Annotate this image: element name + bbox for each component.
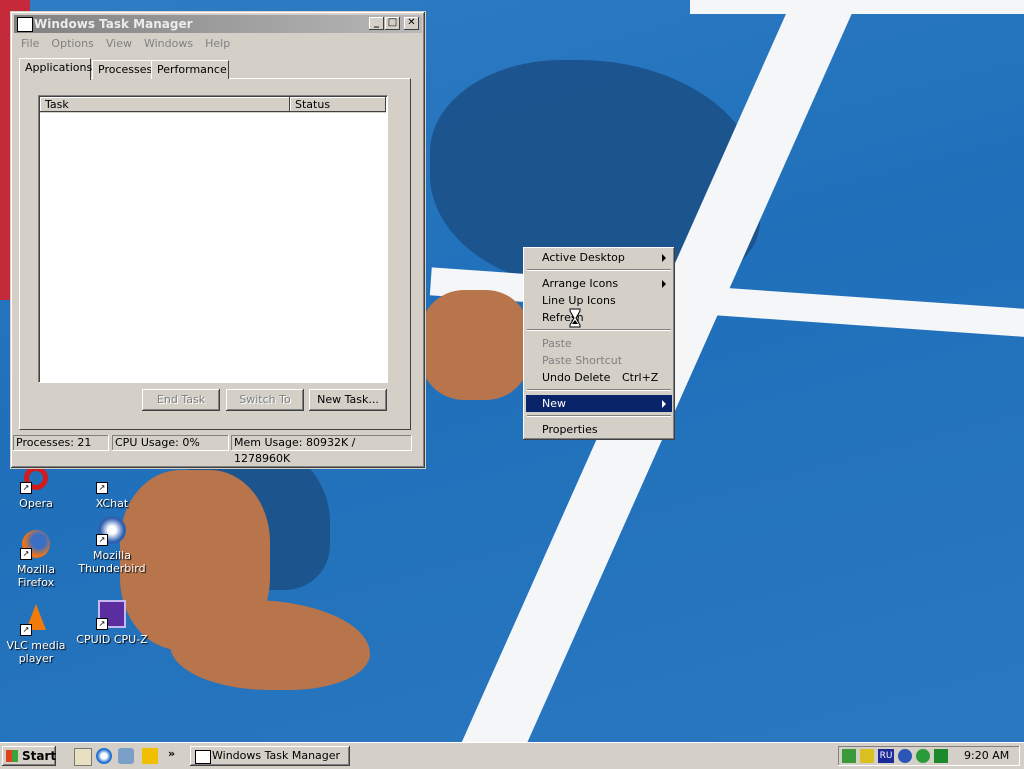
tab-performance[interactable]: Performance: [151, 60, 229, 79]
task-manager-window[interactable]: Windows Task Manager _ □ ✕ File Options Vi…: [10, 11, 426, 469]
wallpaper-hand: [420, 290, 530, 400]
desktop-icon-firefox[interactable]: ↗ Mozilla Firefox: [0, 528, 74, 589]
desktop-icon-label: CPUID CPU-Z: [76, 633, 148, 646]
menu-item-shortcut: Ctrl+Z: [622, 371, 659, 384]
menu-item-refresh[interactable]: Refresh: [526, 309, 672, 326]
task-list-header: Task Status: [40, 97, 386, 113]
firefox-icon: ↗: [20, 528, 52, 560]
start-label: Start: [22, 749, 57, 763]
thunderbird-icon: ↗: [96, 514, 128, 546]
window-title: Windows Task Manager: [34, 17, 193, 31]
media-player-icon[interactable]: [142, 748, 158, 764]
menu-item-label: Active Desktop: [542, 251, 625, 264]
wallpaper-lane-line: [690, 0, 1024, 14]
minimize-button[interactable]: _: [369, 17, 384, 30]
menu-help[interactable]: Help: [205, 37, 230, 50]
menu-item-paste[interactable]: Paste: [526, 335, 672, 352]
switch-to-button[interactable]: Switch To: [226, 389, 304, 411]
system-tray: RU 9:20 AM: [838, 746, 1020, 766]
close-button[interactable]: ✕: [404, 17, 419, 30]
internet-explorer-icon[interactable]: [96, 748, 112, 764]
title-bar[interactable]: Windows Task Manager _ □ ✕: [14, 15, 422, 33]
desktop-icon-cpuz[interactable]: ↗ CPUID CPU-Z: [74, 598, 150, 646]
menu-item-line-up-icons[interactable]: Line Up Icons: [526, 292, 672, 309]
maximize-button[interactable]: □: [385, 17, 400, 30]
network-icon[interactable]: [842, 749, 856, 763]
desktop-icon-label: VLC media player: [6, 639, 66, 665]
menu-item-label: Paste: [542, 337, 572, 350]
menu-separator: [527, 415, 671, 417]
column-status[interactable]: Status: [290, 97, 386, 112]
start-button[interactable]: Start: [2, 746, 56, 766]
task-manager-icon: [195, 750, 211, 764]
menu-item-label: Line Up Icons: [542, 294, 616, 307]
menu-separator: [527, 329, 671, 331]
taskbar-button-label: Windows Task Manager: [212, 749, 341, 762]
menu-item-label: Undo Delete: [542, 371, 611, 384]
clock[interactable]: 9:20 AM: [964, 746, 1009, 766]
task-list[interactable]: Task Status: [38, 95, 388, 383]
submenu-arrow-icon: [662, 254, 666, 262]
desktop-icon-label: Opera: [19, 497, 53, 510]
show-desktop-icon[interactable]: [74, 748, 92, 766]
vlc-cone-icon: ↗: [20, 604, 52, 636]
column-task[interactable]: Task: [40, 97, 290, 112]
menu-view[interactable]: View: [106, 37, 132, 50]
taskbar: Start » Windows Task Manager RU 9:20 AM: [0, 742, 1024, 769]
status-processes: Processes: 21: [13, 435, 109, 451]
utorrent-icon[interactable]: [916, 749, 930, 763]
status-mem-usage: Mem Usage: 80932K / 1278960K: [231, 435, 412, 465]
menu-item-label: Paste Shortcut: [542, 354, 623, 367]
menu-item-undo-delete[interactable]: Undo Delete Ctrl+Z: [526, 369, 672, 386]
cpu-chip-icon: ↗: [96, 598, 128, 630]
menu-item-arrange-icons[interactable]: Arrange Icons: [526, 275, 672, 292]
menu-separator: [527, 389, 671, 391]
tab-applications[interactable]: Applications: [19, 58, 92, 80]
quicklaunch-overflow-icon[interactable]: »: [168, 747, 175, 760]
task-manager-cpu-icon[interactable]: [934, 749, 948, 763]
menu-separator: [527, 269, 671, 271]
menu-file[interactable]: File: [21, 37, 39, 50]
desktop-icon-xchat[interactable]: ↗ XChat: [74, 462, 150, 510]
menu-item-label: Arrange Icons: [542, 277, 619, 290]
desktop-icon-label: Mozilla Thunderbird: [78, 549, 146, 575]
submenu-arrow-icon: [662, 280, 666, 288]
desktop-icon-thunderbird[interactable]: ↗ Mozilla Thunderbird: [74, 514, 150, 575]
status-cpu-usage: CPU Usage: 0%: [112, 435, 229, 451]
tray-globe-icon[interactable]: [898, 749, 912, 763]
menu-bar: File Options View Windows Help: [15, 35, 421, 53]
new-task-button[interactable]: New Task...: [309, 389, 387, 411]
language-indicator[interactable]: RU: [878, 749, 894, 763]
outlook-express-icon[interactable]: [118, 748, 134, 764]
tab-processes[interactable]: Processes: [92, 60, 154, 79]
desktop-context-menu: Active Desktop Arrange Icons Line Up Ico…: [523, 247, 675, 440]
desktop-icon-vlc[interactable]: ↗ VLC media player: [0, 604, 74, 665]
taskbar-button-task-manager[interactable]: Windows Task Manager: [190, 746, 350, 766]
menu-item-active-desktop[interactable]: Active Desktop: [526, 249, 672, 266]
desktop-icon-label: Mozilla Firefox: [17, 563, 55, 589]
menu-item-label: Properties: [542, 423, 598, 436]
end-task-button[interactable]: End Task: [142, 389, 220, 411]
menu-options[interactable]: Options: [51, 37, 93, 50]
menu-item-paste-shortcut[interactable]: Paste Shortcut: [526, 352, 672, 369]
menu-windows[interactable]: Windows: [144, 37, 193, 50]
submenu-arrow-icon: [662, 400, 666, 408]
wallpaper-fingers: [170, 600, 370, 690]
status-bar: Processes: 21 CPU Usage: 0% Mem Usage: 8…: [13, 435, 421, 465]
desktop-icon-opera[interactable]: ↗ Opera: [0, 462, 74, 510]
desktop-icon-label: XChat: [95, 497, 129, 510]
windows-logo-icon: [6, 750, 18, 762]
hourglass-cursor-icon: [569, 308, 581, 328]
power-icon[interactable]: [860, 749, 874, 763]
task-manager-icon: [17, 17, 33, 32]
menu-item-new[interactable]: New: [526, 395, 672, 412]
menu-item-properties[interactable]: Properties: [526, 421, 672, 438]
menu-item-label: New: [542, 397, 566, 410]
